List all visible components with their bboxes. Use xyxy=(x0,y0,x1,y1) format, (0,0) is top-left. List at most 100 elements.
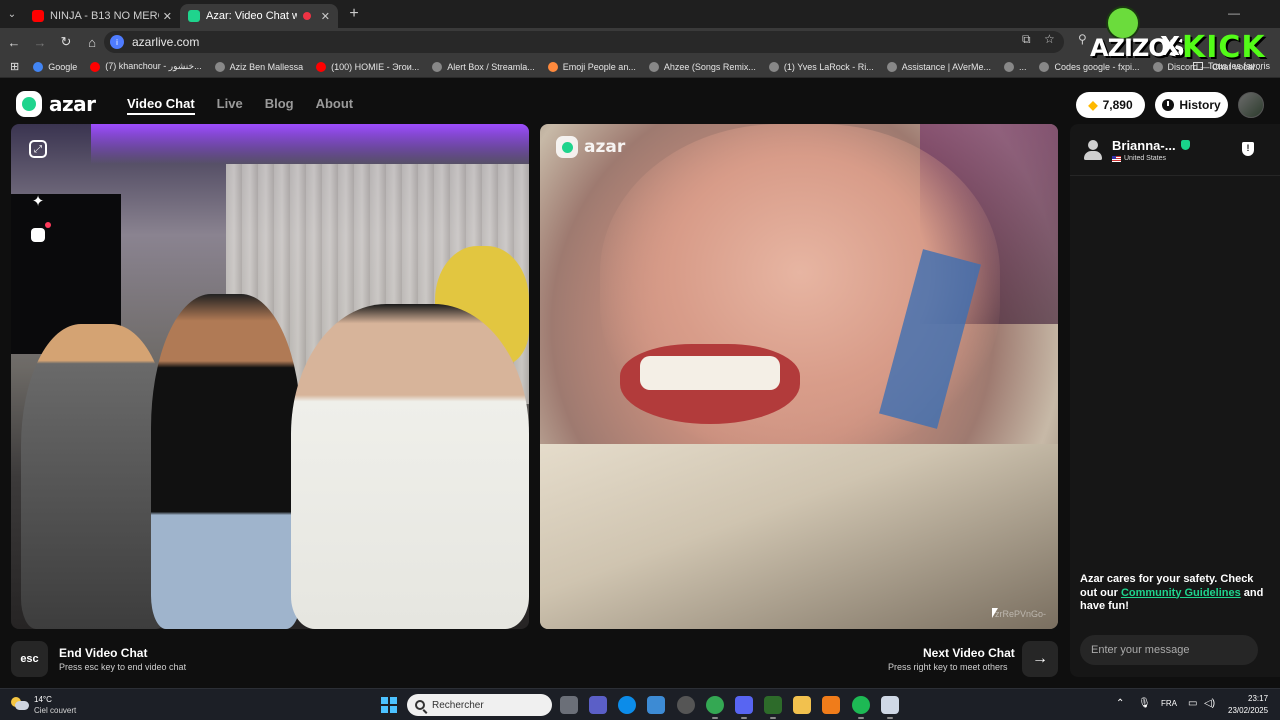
close-icon[interactable]: ✕ xyxy=(321,10,330,23)
kick-app-icon[interactable] xyxy=(764,696,782,719)
next-chat-button[interactable]: → xyxy=(1022,641,1058,677)
tab-youtube[interactable]: NINJA - B13 NO MERCY - You ✕ xyxy=(24,4,180,28)
site-header: azar Video Chat Live Blog About ◆ 7,890 … xyxy=(0,78,1280,124)
youtube-icon xyxy=(32,10,44,22)
nav-video-chat[interactable]: Video Chat xyxy=(127,96,195,115)
address-bar[interactable]: i azarlive.com xyxy=(104,31,1064,53)
bookmark-item[interactable]: Assistance | AVerMe... xyxy=(886,61,991,72)
remote-id: zrRePVnGo- xyxy=(994,609,1046,619)
verified-shield-icon xyxy=(1181,140,1190,150)
bookmark-item[interactable]: Alert Box / Streamla... xyxy=(432,61,535,72)
google-icon xyxy=(33,61,44,72)
microphone-icon[interactable]: 🎙 xyxy=(1138,698,1151,709)
community-guidelines-link[interactable]: Community Guidelines xyxy=(1121,587,1241,599)
spotify-icon[interactable] xyxy=(852,696,870,719)
message-input[interactable] xyxy=(1080,635,1258,665)
user-icon xyxy=(1084,140,1102,160)
taskbar-search[interactable]: Rechercher xyxy=(407,694,552,716)
partner-name[interactable]: Brianna-... xyxy=(1112,138,1176,153)
install-app-icon[interactable]: ⧉ xyxy=(1022,32,1031,47)
profile-avatar[interactable] xyxy=(1238,92,1264,118)
home-icon[interactable]: ⌂ xyxy=(80,30,104,54)
discord-icon[interactable] xyxy=(735,696,753,719)
safety-notice: Azar cares for your safety. Check out ou… xyxy=(1080,573,1272,614)
bookmark-item[interactable]: Ahzee (Songs Remix... xyxy=(648,61,756,72)
self-video: ⤢ ✦ xyxy=(11,124,529,629)
watermark-text: azar xyxy=(584,137,626,157)
sparkle-effects-icon[interactable]: ✦ xyxy=(27,190,49,212)
forward-icon[interactable]: → xyxy=(28,30,52,54)
end-chat-button[interactable]: esc xyxy=(11,641,48,677)
bookmark-label: Alert Box / Streamla... xyxy=(447,61,535,72)
back-icon[interactable]: ← xyxy=(2,30,26,54)
tab-azar[interactable]: Azar: Video Chat with New ✕ xyxy=(180,4,338,28)
weather-icon[interactable] xyxy=(11,697,29,711)
teeth xyxy=(640,356,780,390)
bookmark-label: (7) khanchour - خنشور... xyxy=(105,61,202,71)
teams-icon[interactable] xyxy=(589,696,607,714)
face-mask-icon[interactable] xyxy=(27,222,51,246)
azar-logo[interactable]: azar xyxy=(16,91,96,117)
tab-title: Azar: Video Chat with New xyxy=(206,10,297,22)
tray-chevron-icon[interactable]: ⌃ xyxy=(1116,698,1124,709)
url-text: azarlive.com xyxy=(132,35,200,49)
close-icon[interactable]: ✕ xyxy=(163,10,172,23)
nav-live[interactable]: Live xyxy=(217,96,243,115)
bookmark-item[interactable]: (100) HOMIE - Эгои... xyxy=(316,61,420,72)
partner-video: azar zrRePVnGo- xyxy=(540,124,1058,629)
bookmark-label: Ahzee (Songs Remix... xyxy=(663,61,756,72)
task-view-icon[interactable] xyxy=(560,696,578,714)
edge-icon[interactable] xyxy=(618,696,636,714)
new-tab-button[interactable]: + xyxy=(342,2,366,26)
clock-time[interactable]: 23:17 xyxy=(1248,694,1268,703)
us-flag-icon xyxy=(1112,155,1121,162)
end-chat-hint: Press esc key to end video chat xyxy=(59,662,187,672)
history-button[interactable]: History xyxy=(1155,92,1228,118)
gem-icon: ◆ xyxy=(1088,98,1098,112)
language-indicator[interactable]: FRA xyxy=(1161,699,1177,708)
nav-blog[interactable]: Blog xyxy=(265,96,294,115)
bookmark-item[interactable]: Aziz Ben Mallessa xyxy=(214,61,304,72)
expand-icon[interactable]: ⤢ xyxy=(29,140,47,158)
clock-date[interactable]: 23/02/2025 xyxy=(1228,706,1268,715)
arrow-right-icon: → xyxy=(1032,650,1048,667)
globe-icon xyxy=(768,61,779,72)
bookmark-item[interactable]: Google xyxy=(33,61,77,72)
mouse-cursor-icon xyxy=(992,608,998,618)
nav-about[interactable]: About xyxy=(316,96,354,115)
overlay-platform: KICK xyxy=(1182,30,1266,65)
bookmark-item[interactable]: (1) Yves LaRock - Ri... xyxy=(768,61,874,72)
network-icon[interactable]: ▭ xyxy=(1188,698,1197,709)
tab-search-chevron-icon[interactable]: ⌄ xyxy=(0,0,24,28)
globe-icon xyxy=(1039,61,1050,72)
report-shield-icon[interactable]: ! xyxy=(1242,142,1254,156)
windows-start-icon[interactable] xyxy=(381,697,397,713)
person-2 xyxy=(151,294,301,629)
bookmark-item[interactable]: (7) khanchour - خنشور... xyxy=(90,61,202,72)
file-explorer-icon[interactable] xyxy=(793,696,811,714)
gems-button[interactable]: ◆ 7,890 xyxy=(1076,92,1145,118)
person-3 xyxy=(291,304,529,629)
site-info-icon[interactable]: i xyxy=(110,35,124,49)
settings-gear-icon[interactable] xyxy=(677,696,695,714)
bookmark-label: (100) HOMIE - Эгои... xyxy=(331,61,420,72)
azar-logo-icon xyxy=(556,136,578,158)
blanket xyxy=(540,444,1058,629)
end-chat-title: End Video Chat xyxy=(59,646,148,660)
volume-icon[interactable]: ◁) xyxy=(1204,698,1215,709)
person-1 xyxy=(21,324,171,629)
globe-icon xyxy=(1003,61,1014,72)
app-icon[interactable] xyxy=(881,696,899,719)
bookmark-label: Aziz Ben Mallessa xyxy=(229,61,304,72)
bookmark-star-icon[interactable]: ☆ xyxy=(1044,32,1055,46)
chrome-icon[interactable] xyxy=(706,696,724,719)
globe-icon xyxy=(886,61,897,72)
bookmark-label: ... xyxy=(1018,61,1027,72)
reload-icon[interactable]: ↻ xyxy=(54,30,78,54)
bookmark-item[interactable]: Emoji People an... xyxy=(547,61,636,72)
recording-indicator-icon xyxy=(302,12,311,20)
vlc-icon[interactable] xyxy=(822,696,840,714)
bookmark-item[interactable]: ... xyxy=(1003,61,1027,72)
apps-grid-icon[interactable]: ⊞ xyxy=(10,60,19,73)
store-icon[interactable] xyxy=(647,696,665,714)
